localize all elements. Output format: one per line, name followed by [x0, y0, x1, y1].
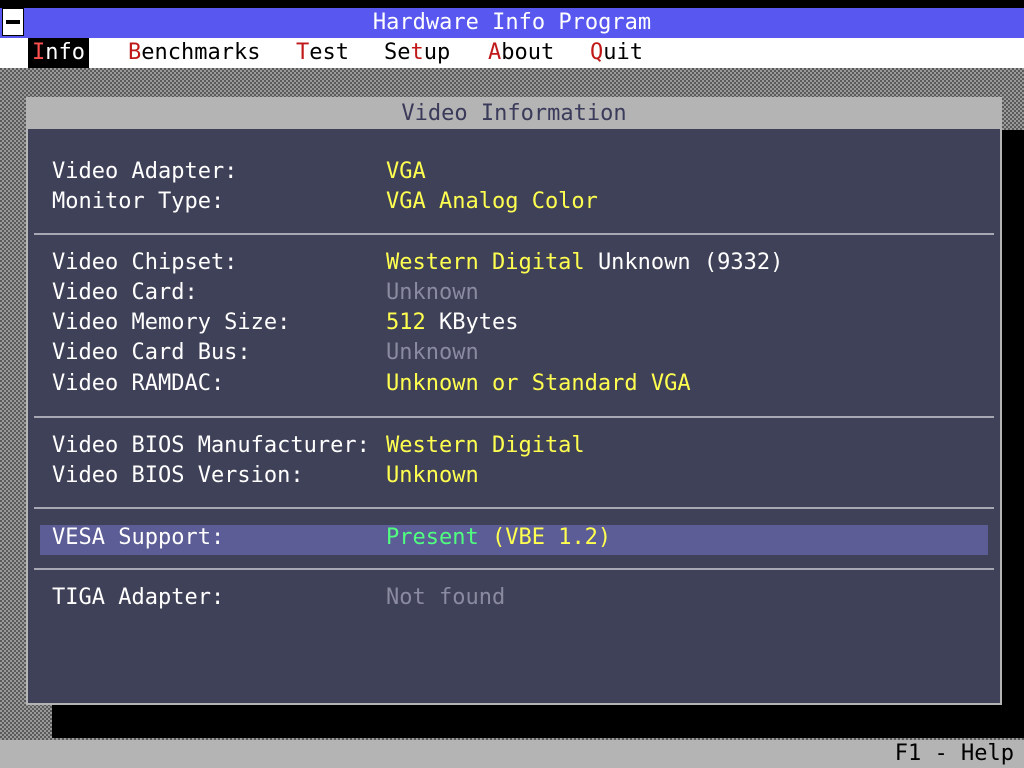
- menu-info[interactable]: Info: [28, 38, 89, 68]
- row-video-chipset: Video Chipset: Western Digital Unknown (…: [52, 250, 784, 275]
- menu-quit[interactable]: Quit: [586, 38, 647, 68]
- section-divider: [34, 416, 994, 418]
- row-video-card: Video Card: Unknown: [52, 280, 479, 305]
- section-divider: [34, 233, 994, 235]
- window-title: Video Information: [28, 99, 1000, 129]
- app-title: Hardware Info Program: [372, 10, 652, 35]
- row-video-memory-size: Video Memory Size: 512 KBytes: [52, 310, 519, 335]
- section-divider: [34, 568, 994, 570]
- row-video-card-bus: Video Card Bus: Unknown: [52, 340, 479, 365]
- menu-setup[interactable]: Setup: [380, 38, 454, 68]
- menu-about[interactable]: About: [484, 38, 558, 68]
- menu-test[interactable]: Test: [292, 38, 353, 68]
- row-tiga-adapter: TIGA Adapter: Not found: [52, 585, 506, 610]
- system-menu-icon[interactable]: [2, 8, 24, 36]
- help-hint[interactable]: F1 - Help: [895, 740, 1014, 768]
- row-video-adapter: Video Adapter: VGA: [52, 159, 426, 184]
- menu-benchmarks[interactable]: Benchmarks: [124, 38, 264, 68]
- row-video-ramdac: Video RAMDAC: Unknown or Standard VGA: [52, 371, 691, 396]
- menu-bar: Info Benchmarks Test Setup About Quit: [0, 38, 1024, 68]
- section-divider: [34, 507, 994, 509]
- row-vesa-support[interactable]: VESA Support: Present (VBE 1.2): [52, 523, 994, 553]
- app-title-bar: Hardware Info Program: [0, 8, 1024, 38]
- row-video-bios-manufacturer: Video BIOS Manufacturer: Western Digital: [52, 433, 585, 458]
- status-bar: F1 - Help: [0, 740, 1024, 768]
- window-content: Video Adapter: VGA Monitor Type: VGA Ana…: [34, 131, 994, 699]
- row-monitor-type: Monitor Type: VGA Analog Color: [52, 189, 598, 214]
- video-information-window: Video Information Video Adapter: VGA Mon…: [26, 97, 1002, 705]
- row-video-bios-version: Video BIOS Version: Unknown: [52, 463, 479, 488]
